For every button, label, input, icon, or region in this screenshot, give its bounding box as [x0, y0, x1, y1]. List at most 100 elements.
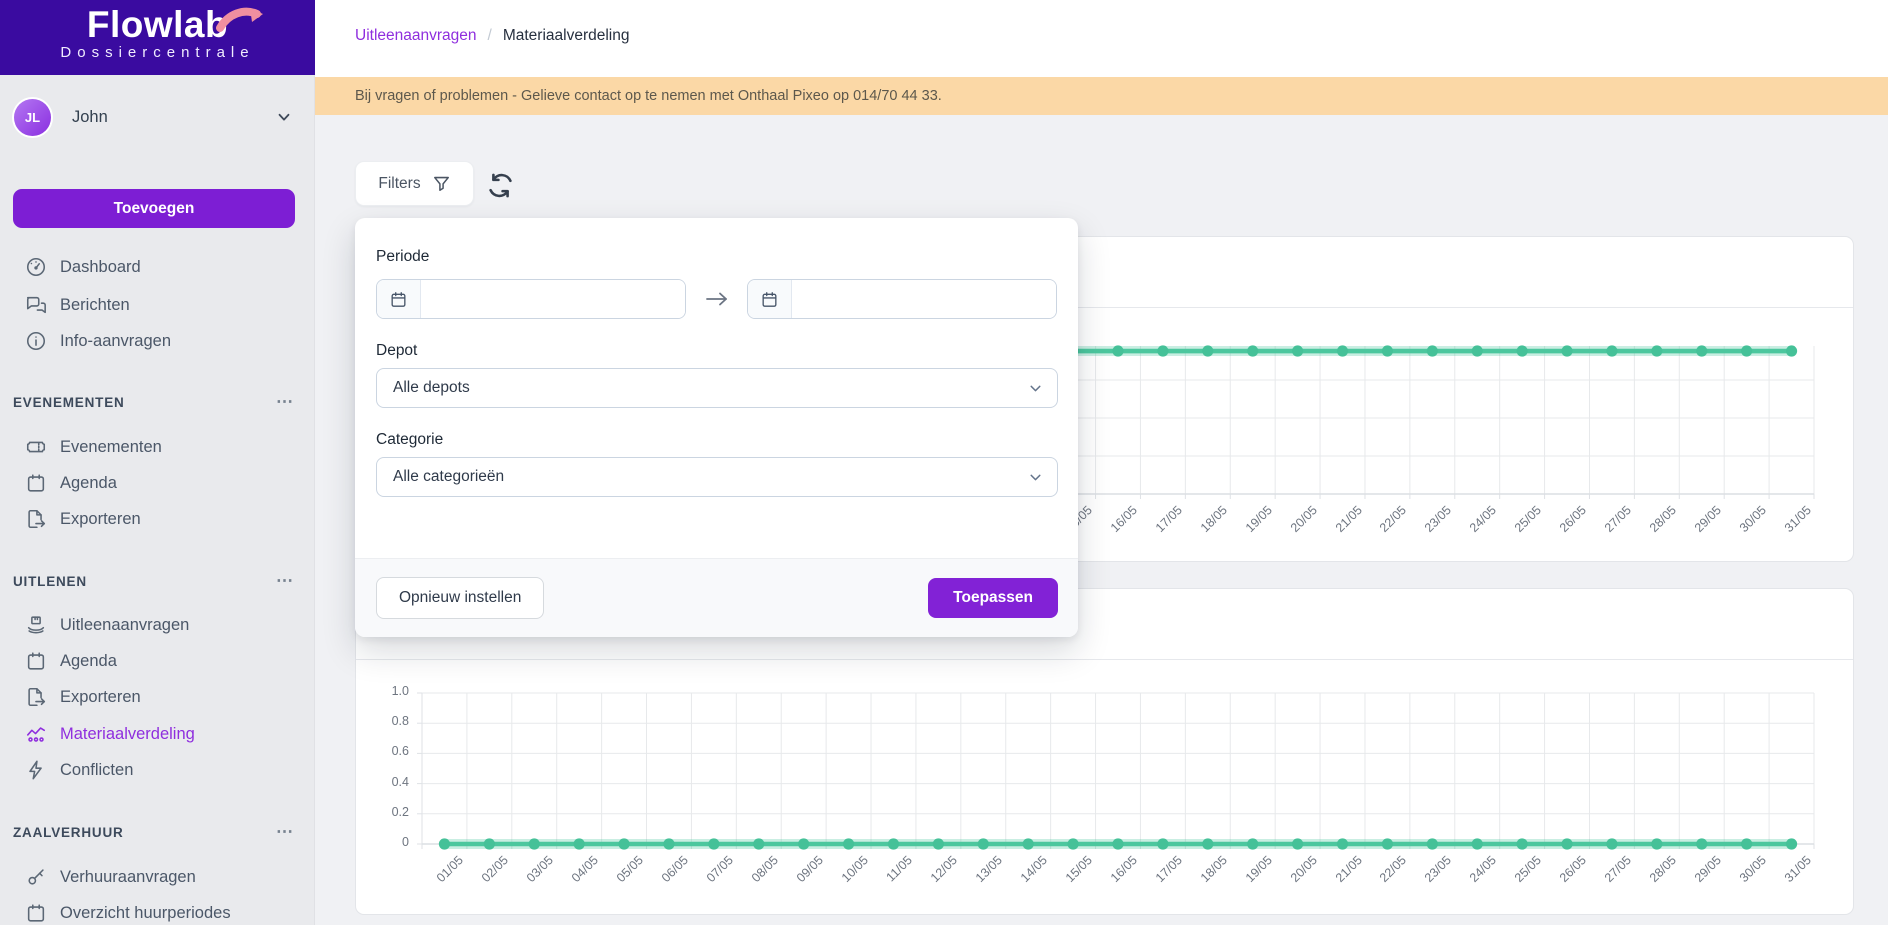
sidebar-item-label: Evenementen — [60, 438, 162, 457]
sidebar-item-label: Info-aanvragen — [60, 332, 171, 351]
y-tick-label: 0 — [369, 835, 409, 849]
filters-button[interactable]: Filters — [355, 161, 474, 206]
chevron-down-icon — [1027, 380, 1044, 402]
calendar-icon[interactable] — [377, 280, 421, 318]
data-point — [1651, 345, 1662, 356]
sidebar-item-exporteren-evenementen[interactable]: Exporteren — [0, 500, 315, 538]
sidebar-item-label: Exporteren — [60, 510, 141, 529]
data-point — [1472, 838, 1483, 849]
section-title: EVENEMENTEN — [13, 395, 125, 410]
sidebar-item-label: Uitleenaanvragen — [60, 616, 189, 635]
data-point — [1292, 838, 1303, 849]
data-point — [1472, 345, 1483, 356]
x-tick-label: 21/05 — [1309, 853, 1364, 908]
sidebar-item-evenementen[interactable]: Evenementen — [0, 428, 315, 466]
x-tick-label: 22/05 — [1354, 853, 1409, 908]
sidebar-item-info-aanvragen[interactable]: Info-aanvragen — [0, 322, 315, 360]
data-point — [1292, 345, 1303, 356]
sidebar-item-label: Materiaalverdeling — [60, 725, 195, 744]
x-tick-label: 31/05 — [1758, 853, 1813, 908]
x-tick-label: 18/05 — [1175, 503, 1230, 558]
x-tick-label: 07/05 — [681, 853, 736, 908]
sidebar-item-label: Verhuuraanvragen — [60, 868, 196, 887]
brand-subtitle: Dossiercentrale — [0, 44, 315, 61]
y-tick-label: 0.8 — [369, 714, 409, 728]
y-tick-label: 0.2 — [369, 805, 409, 819]
sidebar-item-overzicht-huurperiodes[interactable]: Overzicht huurperiodes — [0, 894, 315, 925]
sidebar-item-berichten[interactable]: Berichten — [0, 286, 315, 324]
data-point — [1382, 838, 1393, 849]
y-tick-label: 0.4 — [369, 775, 409, 789]
breadcrumb-current: Materiaalverdeling — [503, 27, 630, 45]
date-to-group — [747, 279, 1057, 319]
categorie-select-value: Alle categorieën — [393, 468, 504, 486]
x-tick-label: 02/05 — [456, 853, 511, 908]
section-overflow-icon[interactable]: ⋯ — [276, 397, 295, 407]
sidebar-item-label: Exporteren — [60, 688, 141, 707]
topbar: Uitleenaanvragen / Materiaalverdeling — [315, 0, 1888, 77]
calendar-icon[interactable] — [748, 280, 792, 318]
date-to-input[interactable] — [792, 280, 1056, 318]
x-tick-label: 17/05 — [1130, 853, 1185, 908]
section-overflow-icon[interactable]: ⋯ — [276, 576, 295, 586]
add-button[interactable]: Toevoegen — [13, 189, 295, 228]
x-tick-label: 25/05 — [1489, 503, 1544, 558]
data-point — [1651, 838, 1662, 849]
section-overflow-icon[interactable]: ⋯ — [276, 827, 295, 837]
export-icon — [24, 508, 47, 531]
x-tick-label: 23/05 — [1399, 503, 1454, 558]
sidebar-item-agenda-uitlenen[interactable]: Agenda — [0, 642, 315, 680]
sidebar-item-dashboard[interactable]: Dashboard — [0, 248, 315, 286]
categorie-select[interactable]: Alle categorieën — [376, 457, 1058, 497]
breadcrumb-separator: / — [488, 27, 492, 45]
breadcrumb-link-uitleenaanvragen[interactable]: Uitleenaanvragen — [355, 27, 477, 45]
x-tick-label: 19/05 — [1219, 503, 1274, 558]
x-tick-label: 06/05 — [636, 853, 691, 908]
avatar: JL — [14, 99, 51, 136]
data-point — [1157, 838, 1168, 849]
brand-header: Flowlab Dossiercentrale — [0, 0, 315, 75]
reset-filters-button[interactable]: Opnieuw instellen — [376, 577, 544, 619]
data-point — [1023, 838, 1034, 849]
depot-select[interactable]: Alle depots — [376, 368, 1058, 408]
x-tick-label: 30/05 — [1713, 853, 1768, 908]
data-point — [1157, 345, 1168, 356]
refresh-button[interactable] — [487, 172, 513, 198]
data-point — [1741, 838, 1752, 849]
x-tick-label: 10/05 — [815, 853, 870, 908]
data-point — [1786, 838, 1797, 849]
key-icon — [24, 866, 47, 889]
calendar-icon — [24, 902, 47, 925]
user-menu[interactable]: JL John — [0, 86, 315, 148]
data-point — [1112, 838, 1123, 849]
data-point — [1696, 345, 1707, 356]
user-name: John — [72, 108, 275, 127]
x-tick-label: 19/05 — [1219, 853, 1274, 908]
refresh-icon — [488, 173, 513, 198]
data-point — [1517, 838, 1528, 849]
sidebar-item-verhuuraanvragen[interactable]: Verhuuraanvragen — [0, 858, 315, 896]
sidebar-item-label: Dashboard — [60, 258, 141, 277]
chart-line-icon — [24, 723, 47, 746]
data-point — [843, 838, 854, 849]
chevron-down-icon — [1027, 469, 1044, 491]
sidebar-item-agenda-evenementen[interactable]: Agenda — [0, 464, 315, 502]
data-point — [1696, 838, 1707, 849]
x-tick-label: 26/05 — [1534, 503, 1589, 558]
notification-banner: Bij vragen of problemen - Gelieve contac… — [315, 77, 1888, 115]
sidebar-item-materiaalverdeling[interactable]: Materiaalverdeling — [0, 715, 315, 753]
x-tick-label: 24/05 — [1444, 853, 1499, 908]
apply-filters-button[interactable]: Toepassen — [928, 578, 1058, 618]
date-from-input[interactable] — [421, 280, 685, 318]
section-title: ZAALVERHUUR — [13, 825, 124, 840]
y-tick-label: 1.0 — [369, 684, 409, 698]
brand-logo: Flowlab — [87, 6, 228, 43]
sidebar-item-exporteren-uitlenen[interactable]: Exporteren — [0, 678, 315, 716]
section-header-evenementen: EVENEMENTEN ⋯ — [0, 387, 315, 417]
sidebar-item-uitleenaanvragen[interactable]: Uitleenaanvragen — [0, 606, 315, 644]
data-point — [798, 838, 809, 849]
sidebar-item-conflicten[interactable]: Conflicten — [0, 751, 315, 789]
data-point — [1741, 345, 1752, 356]
x-tick-label: 28/05 — [1624, 503, 1679, 558]
x-tick-label: 20/05 — [1264, 853, 1319, 908]
